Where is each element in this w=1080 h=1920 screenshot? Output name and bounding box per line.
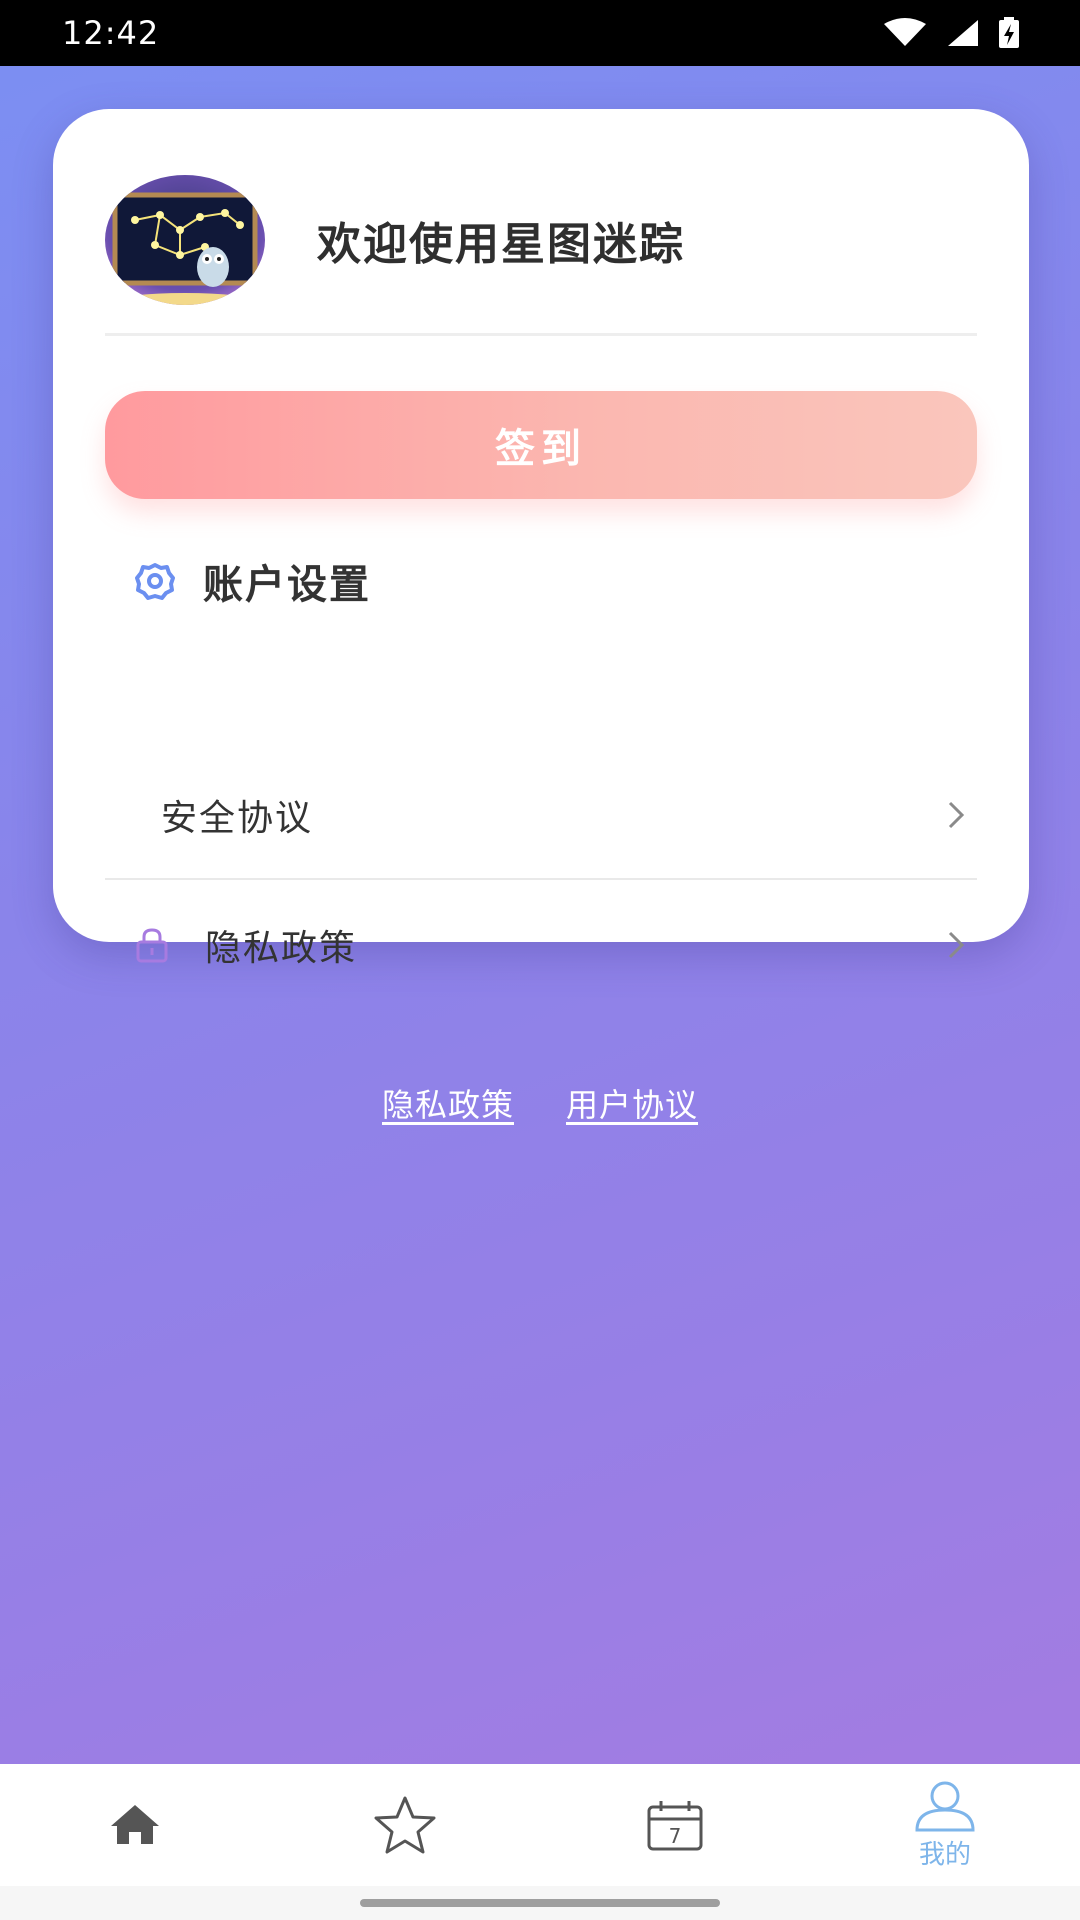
home-icon <box>111 1805 159 1844</box>
signal-icon <box>948 20 978 46</box>
nav-calendar[interactable]: 7 <box>540 1764 810 1886</box>
account-settings-header: 账户设置 <box>135 541 371 621</box>
wifi-icon <box>884 18 926 46</box>
checkin-button[interactable]: 签到 <box>105 391 977 499</box>
privacy-policy-link[interactable]: 隐私政策 <box>382 1080 514 1126</box>
bottom-nav: 7 我的 <box>0 1764 1080 1886</box>
lock-icon <box>135 925 175 965</box>
nav-mine[interactable]: 我的 <box>810 1764 1080 1886</box>
account-settings-title: 账户设置 <box>203 562 371 608</box>
profile-card: 欢迎使用星图迷踪 签到 账户设置 安全协议 隐私政策 <box>53 109 1029 969</box>
status-icons <box>882 17 1020 49</box>
star-icon <box>374 1796 436 1854</box>
battery-charging-icon <box>999 17 1019 48</box>
user-icon <box>915 1781 975 1831</box>
menu-item-label: 隐私政策 <box>205 928 358 969</box>
menu-item-privacy-policy[interactable]: 隐私政策 <box>105 885 977 1005</box>
nav-home[interactable] <box>0 1764 270 1886</box>
gesture-handle[interactable] <box>360 1899 720 1907</box>
nav-favorites[interactable] <box>270 1764 540 1886</box>
footer-links: 隐私政策 用户协议 <box>0 1080 1080 1126</box>
gear-icon <box>135 559 179 603</box>
menu-item-security-agreement[interactable]: 安全协议 <box>105 755 977 875</box>
profile-header: 欢迎使用星图迷踪 <box>105 151 977 328</box>
status-bar: 12:42 <box>0 0 1080 66</box>
menu-item-label: 安全协议 <box>161 798 314 839</box>
nav-mine-label: 我的 <box>918 1839 971 1870</box>
calendar-icon: 7 <box>647 1801 703 1851</box>
divider <box>105 333 977 336</box>
divider <box>105 878 977 880</box>
calendar-day: 7 <box>669 1824 682 1848</box>
user-agreement-link[interactable]: 用户协议 <box>566 1080 698 1126</box>
avatar[interactable] <box>105 174 265 305</box>
status-time: 12:42 <box>62 14 160 52</box>
chevron-right-icon <box>948 801 965 829</box>
welcome-title: 欢迎使用星图迷踪 <box>317 218 685 270</box>
chevron-right-icon <box>948 931 965 959</box>
